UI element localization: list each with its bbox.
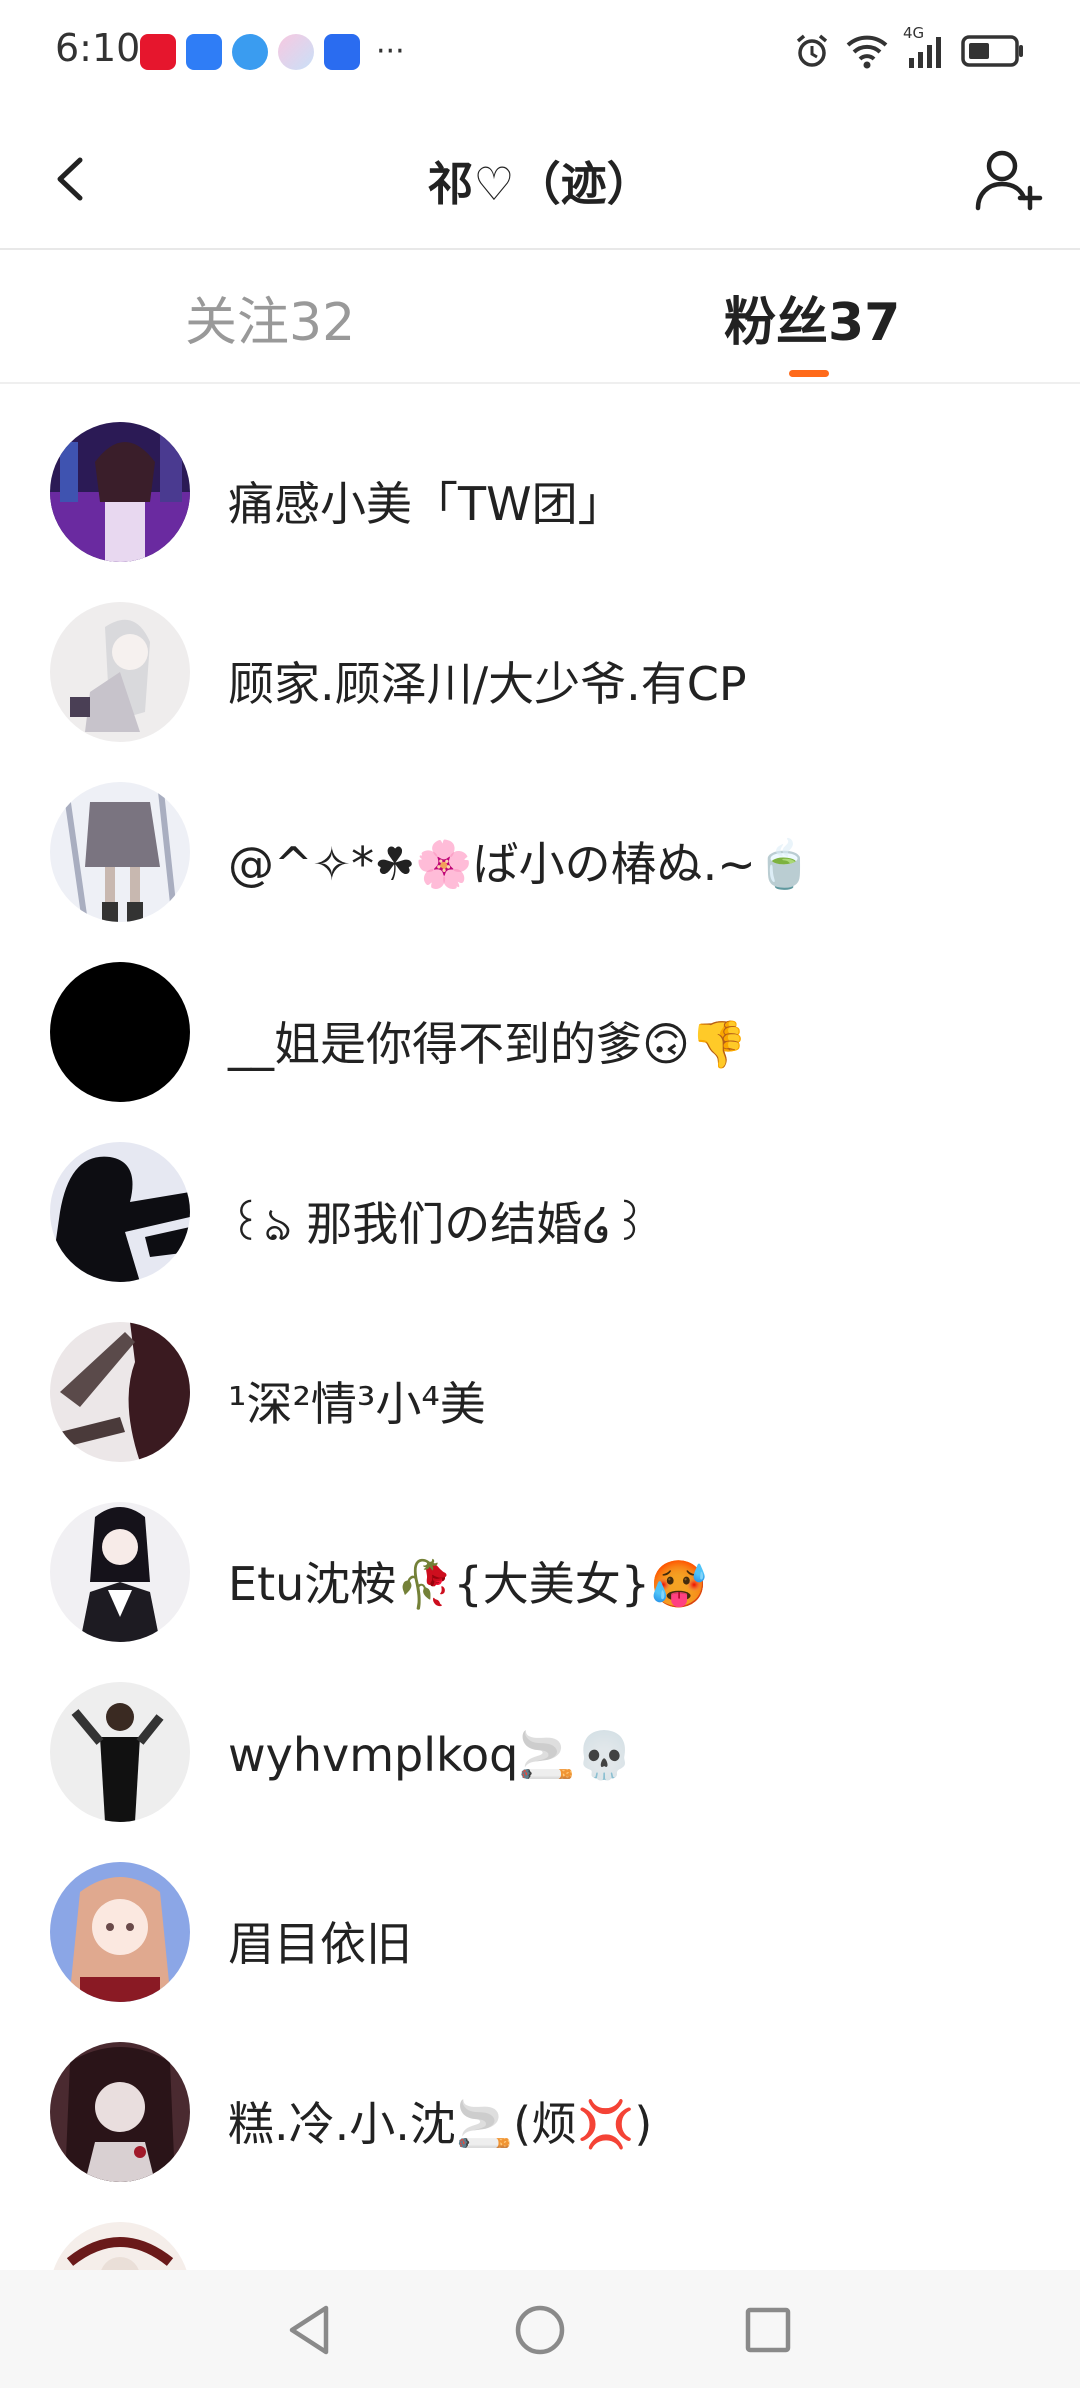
avatar[interactable] bbox=[50, 1862, 190, 2002]
tab-bar: 关注32 粉丝37 bbox=[0, 250, 1080, 384]
page-title: 祁♡（迹） bbox=[427, 157, 653, 211]
wifi-icon bbox=[845, 32, 889, 70]
nav-home-button[interactable] bbox=[510, 2300, 570, 2360]
pastel-app-icon bbox=[278, 34, 314, 70]
avatar[interactable] bbox=[50, 1502, 190, 1642]
add-user-button[interactable] bbox=[972, 144, 1044, 216]
avatar[interactable] bbox=[50, 2222, 190, 2270]
list-item[interactable]: __姐是你得不到的爹🙃👎 bbox=[0, 924, 1080, 1104]
status-time: 6:10 bbox=[55, 26, 141, 70]
list-item[interactable] bbox=[0, 2184, 1080, 2270]
user-name: __姐是你得不到的爹🙃👎 bbox=[228, 1017, 748, 1071]
lightbulb-icon bbox=[186, 34, 222, 70]
list-item[interactable]: ꒰ঌ 那我们の结婚໒꒱ bbox=[0, 1104, 1080, 1284]
user-name: Etu沈桉🥀{大美女}🥵 bbox=[228, 1557, 708, 1611]
notification-icons: ··· bbox=[140, 34, 405, 70]
avatar[interactable] bbox=[50, 602, 190, 742]
user-name: 糕.冷.小.沈🚬(烦💢) bbox=[228, 2097, 653, 2151]
user-name: 眉目依旧 bbox=[228, 1917, 412, 1971]
list-item[interactable]: wyhvmplkoq🚬💀 bbox=[0, 1644, 1080, 1824]
weibo-icon bbox=[140, 34, 176, 70]
lightning-app-icon bbox=[324, 34, 360, 70]
more-notifications-icon: ··· bbox=[376, 34, 405, 69]
system-icons: 4G bbox=[793, 24, 1025, 70]
list-item[interactable]: ¹深²情³小⁴美 bbox=[0, 1284, 1080, 1464]
user-name: 痛感小美「TW团」 bbox=[228, 477, 624, 531]
list-item[interactable]: 痛感小美「TW团」 bbox=[0, 384, 1080, 564]
title-bar: 祁♡（迹） bbox=[0, 110, 1080, 250]
avatar[interactable] bbox=[50, 962, 190, 1102]
user-name: wyhvmplkoq🚬💀 bbox=[228, 1728, 633, 1782]
list-item[interactable]: 眉目依旧 bbox=[0, 1824, 1080, 2004]
avatar[interactable] bbox=[50, 1322, 190, 1462]
list-item[interactable]: 顾家.顾泽川/大少爷.有CP bbox=[0, 564, 1080, 744]
nav-home-icon bbox=[515, 2305, 565, 2355]
nav-recent-icon bbox=[745, 2307, 791, 2353]
avatar[interactable] bbox=[50, 422, 190, 562]
avatar[interactable] bbox=[50, 1142, 190, 1282]
tab-fans[interactable]: 粉丝37 bbox=[724, 280, 900, 355]
avatar[interactable] bbox=[50, 782, 190, 922]
browser-icon bbox=[232, 34, 268, 70]
avatar[interactable] bbox=[50, 1682, 190, 1822]
list-item[interactable]: 糕.冷.小.沈🚬(烦💢) bbox=[0, 2004, 1080, 2184]
system-nav-bar bbox=[0, 2270, 1080, 2388]
nav-back-icon bbox=[289, 2305, 329, 2355]
list-item[interactable]: Etu沈桉🥀{大美女}🥵 bbox=[0, 1464, 1080, 1644]
status-bar: 6:10 ··· 4G bbox=[0, 0, 1080, 110]
nav-recent-button[interactable] bbox=[738, 2300, 798, 2360]
user-name: ¹深²情³小⁴美 bbox=[228, 1377, 486, 1431]
user-name: 顾家.顾泽川/大少爷.有CP bbox=[228, 657, 747, 711]
fan-list[interactable]: 痛感小美「TW团」 顾家.顾泽川/大少爷.有CP @^✧*☘🌸ば小の椿ぬ.~🍵 … bbox=[0, 384, 1080, 2270]
user-name: @^✧*☘🌸ば小の椿ぬ.~🍵 bbox=[228, 837, 814, 891]
avatar[interactable] bbox=[50, 2042, 190, 2182]
tab-following[interactable]: 关注32 bbox=[185, 280, 355, 355]
add-user-icon bbox=[975, 150, 1043, 211]
signal-icon: 4G bbox=[903, 24, 947, 70]
alarm-icon bbox=[793, 32, 831, 70]
active-tab-indicator bbox=[789, 370, 829, 377]
list-item[interactable]: @^✧*☘🌸ば小の椿ぬ.~🍵 bbox=[0, 744, 1080, 924]
network-type-label: 4G bbox=[903, 24, 925, 42]
user-name: ꒰ঌ 那我们の结婚໒꒱ bbox=[228, 1197, 648, 1251]
battery-icon bbox=[961, 34, 1025, 68]
nav-back-button[interactable] bbox=[280, 2300, 340, 2360]
